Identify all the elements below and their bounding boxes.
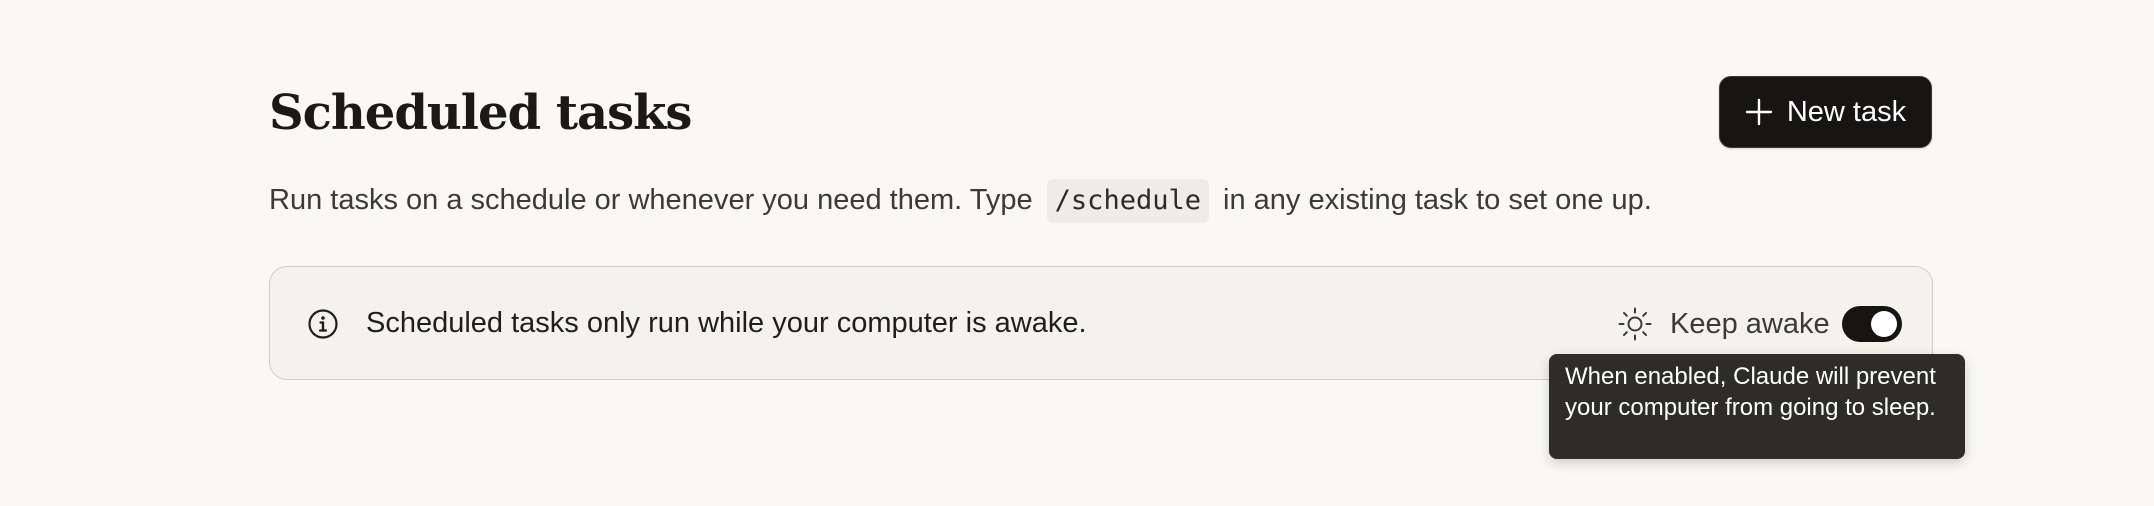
plus-icon <box>1745 98 1773 126</box>
schedule-command-code: /schedule <box>1046 179 1209 223</box>
page-description: Run tasks on a schedule or whenever you … <box>269 176 1652 224</box>
keep-awake-label: Keep awake <box>1670 308 1830 340</box>
page-title: Scheduled tasks <box>269 85 692 141</box>
new-task-button[interactable]: New task <box>1719 76 1932 148</box>
sun-icon <box>1617 306 1653 342</box>
description-text-start: Run tasks on a schedule or whenever you … <box>269 184 1033 216</box>
keep-awake-tooltip: When enabled, Claude will prevent your c… <box>1549 354 1965 459</box>
toggle-knob <box>1871 311 1897 337</box>
description-text-end: in any existing task to set one up. <box>1223 184 1652 216</box>
info-icon <box>307 308 339 340</box>
keep-awake-toggle[interactable] <box>1842 306 1902 342</box>
scheduled-tasks-page: Scheduled tasks New task Run tasks on a … <box>0 0 2154 506</box>
banner-message: Scheduled tasks only run while your comp… <box>366 307 1087 339</box>
new-task-label: New task <box>1786 95 1907 128</box>
